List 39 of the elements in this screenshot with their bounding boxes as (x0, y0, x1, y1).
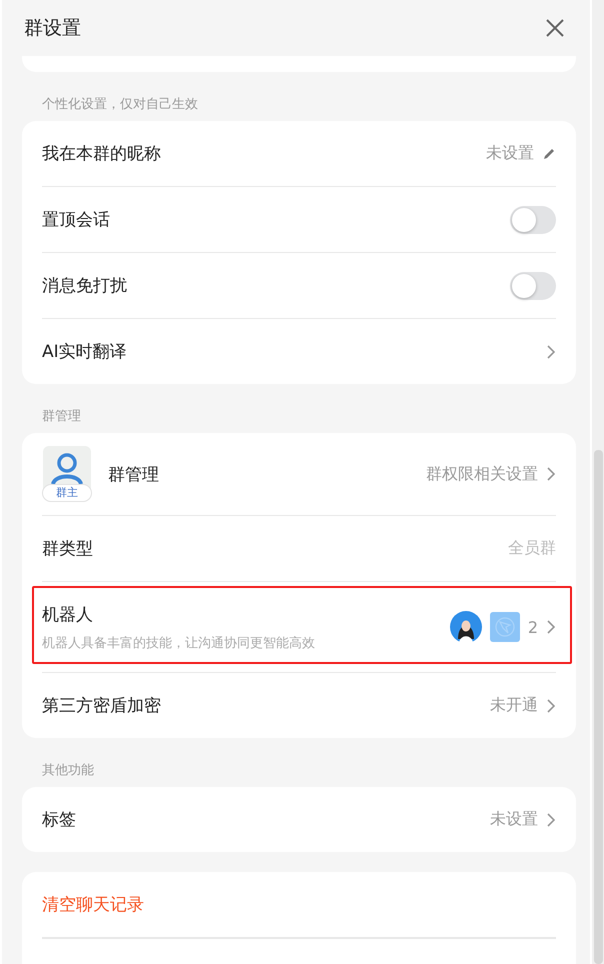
row-description: 机器人具备丰富的技能，让沟通协同更智能高效 (42, 634, 315, 652)
owner-badge: 群主 (42, 484, 92, 502)
row-value: 未设置 (486, 143, 534, 164)
toggle-switch[interactable] (510, 272, 556, 300)
pencil-icon (542, 146, 556, 160)
chevron-icon (546, 698, 556, 714)
row-label: 群类型 (42, 538, 93, 560)
settings-row[interactable]: 群主 群管理 群权限相关设置 (42, 433, 556, 515)
row-label: 群管理 (108, 464, 159, 486)
row-value: 未开通 (490, 695, 538, 716)
close-button[interactable] (544, 17, 566, 39)
robot-icon (490, 612, 520, 642)
row-label: 标签 (42, 809, 76, 831)
chevron-icon (546, 619, 556, 635)
row-label: 消息免打扰 (42, 275, 127, 297)
scrollbar[interactable] (592, 0, 604, 964)
row-label: 置顶会话 (42, 209, 110, 231)
section-label: 个性化设置，仅对自己生效 (41, 96, 199, 114)
section-label: 其他功能 (41, 762, 95, 780)
row-value: 全员群 (508, 538, 556, 559)
row-value: 未设置 (490, 809, 538, 830)
nickname-row[interactable]: 我在本群的昵称 未设置 (42, 121, 556, 186)
row-label: 第三方密盾加密 (42, 695, 161, 717)
robot-count: 2 (528, 618, 538, 636)
settings-row[interactable]: 第三方密盾加密 未开通 (42, 672, 556, 738)
section-label: 群管理 (41, 408, 82, 426)
toggle-switch[interactable] (510, 206, 556, 234)
row-label: AI实时翻译 (42, 341, 127, 363)
chevron-icon (546, 344, 556, 360)
chevron-icon (546, 812, 556, 828)
chevron-icon (546, 466, 556, 482)
row-label: 机器人 (42, 604, 94, 626)
settings-row[interactable]: AI实时翻译 (42, 318, 556, 384)
settings-row[interactable]: 标签 未设置 (42, 787, 556, 852)
person-avatar-icon (450, 611, 482, 643)
window-title: 群设置 (24, 16, 81, 41)
row-value: 群权限相关设置 (426, 464, 538, 484)
scrollbar-thumb[interactable] (594, 450, 603, 964)
row-label: 我在本群的昵称 (42, 143, 161, 165)
